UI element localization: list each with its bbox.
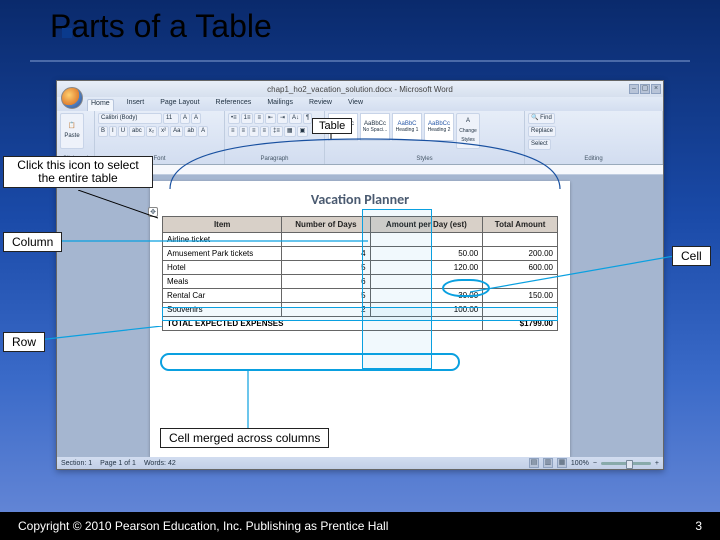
paste-button[interactable]: 📋 Paste (60, 113, 84, 149)
callout-row: Row (3, 332, 45, 352)
numbering-button[interactable]: 1≡ (241, 113, 254, 124)
total-label-cell: TOTAL EXPECTED EXPENSES (163, 317, 483, 331)
slide: Parts of a Table chap1_ho2_vacation_solu… (0, 0, 720, 540)
callout-merged: Cell merged across columns (160, 428, 329, 448)
styles-icon: A (466, 117, 470, 126)
zoom-out-button[interactable]: − (593, 460, 597, 467)
status-page: Page 1 of 1 (100, 460, 136, 467)
tab-insert[interactable]: Insert (124, 99, 148, 111)
callout-table: Table (312, 118, 352, 134)
view-read-icon[interactable]: ▥ (543, 458, 553, 468)
line-cell (470, 256, 674, 296)
merge-highlight (160, 353, 460, 371)
indent-button[interactable]: ⇥ (277, 113, 288, 124)
table-header-row: Item Number of Days Amount per Day (est)… (163, 217, 558, 233)
page: ✥ Vacation Planner Item Number of Days A… (150, 181, 570, 457)
callout-cell: Cell (672, 246, 711, 266)
tab-home[interactable]: Home (87, 99, 114, 111)
callout-column: Column (3, 232, 62, 252)
zoom-in-button[interactable]: + (655, 460, 659, 467)
window-title: chap1_ho2_vacation_solution.docx - Micro… (267, 85, 453, 94)
title-bullet-icon (62, 28, 72, 38)
bullets-button[interactable]: •≡ (228, 113, 240, 124)
grow-font-button[interactable]: A (180, 113, 190, 124)
page-number: 3 (695, 519, 702, 533)
subscript-button[interactable]: x₂ (146, 126, 157, 137)
close-icon[interactable]: × (651, 84, 661, 94)
strike-button[interactable]: abc (129, 126, 145, 137)
line-row (38, 326, 162, 342)
view-web-icon[interactable]: ▦ (557, 458, 567, 468)
status-bar: Section: 1 Page 1 of 1 Words: 42 ▤ ▥ ▦ 1… (57, 457, 663, 469)
multilevel-button[interactable]: ≡ (254, 113, 264, 124)
copyright-text: Copyright © 2010 Pearson Education, Inc.… (18, 519, 388, 533)
callout-select-icon: Click this icon to select the entire tab… (3, 156, 153, 188)
zoom-level: 100% (571, 460, 589, 467)
tab-references[interactable]: References (213, 99, 255, 111)
clipboard-icon: 📋 (68, 122, 75, 131)
maximize-icon[interactable]: ▢ (640, 84, 650, 94)
title-underline (30, 60, 690, 62)
dedent-button[interactable]: ⇤ (265, 113, 276, 124)
line-column (58, 240, 368, 242)
italic-button[interactable]: I (109, 126, 117, 137)
table-total-row: TOTAL EXPECTED EXPENSES $1799.00 (163, 317, 558, 331)
line-select-icon (78, 190, 158, 220)
font-size-select[interactable]: 11 (163, 113, 179, 124)
total-value-cell: $1799.00 (483, 317, 558, 331)
minimize-icon[interactable]: – (629, 84, 639, 94)
view-print-icon[interactable]: ▤ (529, 458, 539, 468)
col-header-total: Total Amount (483, 217, 558, 233)
status-section: Section: 1 (61, 460, 92, 467)
tab-review[interactable]: Review (306, 99, 335, 111)
font-family-select[interactable]: Calibri (Body) (98, 113, 162, 124)
shrink-font-button[interactable]: A (191, 113, 201, 124)
status-words: Words: 42 (144, 460, 176, 467)
table-row: Souvenirs2100.00 (163, 303, 558, 317)
underline-button[interactable]: U (118, 126, 128, 137)
slide-title-area: Parts of a Table (30, 8, 272, 45)
col-header-item: Item (163, 217, 282, 233)
zoom-slider[interactable] (601, 462, 651, 465)
tab-view[interactable]: View (345, 99, 366, 111)
window-titlebar: chap1_ho2_vacation_solution.docx - Micro… (57, 81, 663, 97)
slide-footer: Copyright © 2010 Pearson Education, Inc.… (0, 512, 720, 540)
sort-button[interactable]: A↓ (289, 113, 302, 124)
tab-page-layout[interactable]: Page Layout (157, 99, 202, 111)
slide-title: Parts of a Table (50, 8, 272, 45)
col-header-perday: Amount per Day (est) (370, 217, 483, 233)
showmarks-button[interactable]: ¶ (303, 113, 312, 124)
col-header-days: Number of Days (282, 217, 370, 233)
tab-mailings[interactable]: Mailings (264, 99, 296, 111)
find-button[interactable]: 🔍 Find (528, 113, 555, 124)
ribbon-tabs: Home Insert Page Layout References Maili… (57, 97, 663, 111)
line-merged (246, 370, 250, 428)
table-bracket-icon (165, 134, 565, 194)
office-button-icon[interactable] (61, 87, 83, 109)
bold-button[interactable]: B (98, 126, 108, 137)
